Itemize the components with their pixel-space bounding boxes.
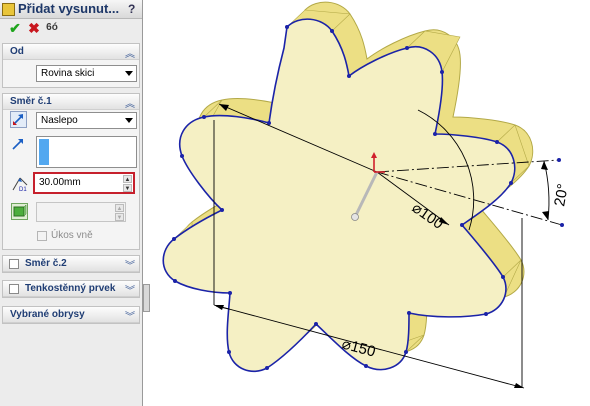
help-button[interactable]: ? [128,2,135,16]
spin-up-icon[interactable]: ▲ [123,175,132,183]
action-bar: ✔ ✖ 6ó [0,19,142,39]
selected-contours-group-label: Vybrané obrysy [10,309,85,320]
draft-angle-input: ▲ ▼ [36,202,126,222]
detailed-preview-button[interactable]: 6ó [44,20,60,36]
direction1-group-label: Směr č.1 [10,96,52,107]
graphics-area: ⌀100 ⌀150 20° [144,0,590,406]
svg-text:D1: D1 [19,187,27,193]
property-manager: Přidat vysunut... ? ✔ ✖ 6ó Od ︽ Rovina s… [0,0,143,406]
thin-feature-checkbox[interactable] [9,284,19,294]
ok-button[interactable]: ✔ [7,20,23,36]
property-manager-title: Přidat vysunut... [18,1,120,16]
end-condition-combo[interactable]: Naslepo [36,112,137,129]
from-combo-value: Rovina skici [41,68,95,79]
angle-dimension[interactable]: 20° [551,182,572,207]
dropdown-arrow-icon [125,118,133,123]
from-group-label: Od [10,46,24,57]
direction-vector-icon [12,139,23,150]
collapse-chevron-icon[interactable]: ︽ [125,45,135,60]
reverse-direction-icon [13,114,23,125]
solidworks-window: Přidat vysunut... ? ✔ ✖ 6ó Od ︽ Rovina s… [0,0,590,406]
collapse-chevron-icon[interactable]: ︽ [125,95,135,110]
selection-box-highlight [39,139,49,165]
extrude-preview: ⌀100 ⌀150 20° [162,1,572,389]
sketch-profile-face [162,18,516,373]
from-group-header[interactable]: Od ︽ [3,44,139,60]
draft-outward-checkbox [37,231,47,241]
expand-chevron-icon[interactable]: ︾ [125,257,135,272]
end-condition-value: Naslepo [41,115,78,126]
direction1-group-header[interactable]: Směr č.1 ︽ [3,94,139,110]
reverse-direction-button[interactable] [10,111,27,128]
direction2-group-header[interactable]: Směr č.2 ︾ [3,256,139,272]
draft-outward-label: Úkos vně [51,230,93,241]
from-combo[interactable]: Rovina skici [36,65,137,82]
depth-value: 30.00mm [39,177,81,188]
selected-contours-group: Vybrané obrysy ︾ [2,306,140,324]
draft-icon [13,204,27,217]
property-manager-header: Přidat vysunut... ? [0,0,142,19]
spin-down-icon[interactable]: ▼ [123,184,132,192]
direction2-group: Směr č.2 ︾ [2,255,140,273]
selected-contours-group-header[interactable]: Vybrané obrysy ︾ [3,307,139,323]
direction2-checkbox[interactable] [9,259,19,269]
cancel-button[interactable]: ✖ [26,20,42,36]
from-group: Od ︽ Rovina skici [2,43,140,88]
expand-chevron-icon[interactable]: ︾ [125,282,135,297]
depth-icon: D1 [12,177,28,193]
direction-vector-selection-box[interactable] [36,136,137,168]
thin-feature-group-header[interactable]: Tenkostěnný prvek ︾ [3,281,139,297]
thin-feature-group: Tenkostěnný prvek ︾ [2,280,140,298]
spin-up-icon: ▲ [115,204,124,212]
extrude-feature-icon [2,3,15,16]
draft-toggle-button[interactable] [11,203,28,220]
thin-feature-group-label: Tenkostěnný prvek [25,283,116,294]
dropdown-arrow-icon [125,71,133,76]
direction2-group-label: Směr č.2 [25,258,67,269]
depth-input[interactable]: 30.00mm ▲ ▼ [33,172,135,194]
expand-chevron-icon[interactable]: ︾ [125,308,135,323]
spin-down-icon: ▼ [115,213,124,221]
